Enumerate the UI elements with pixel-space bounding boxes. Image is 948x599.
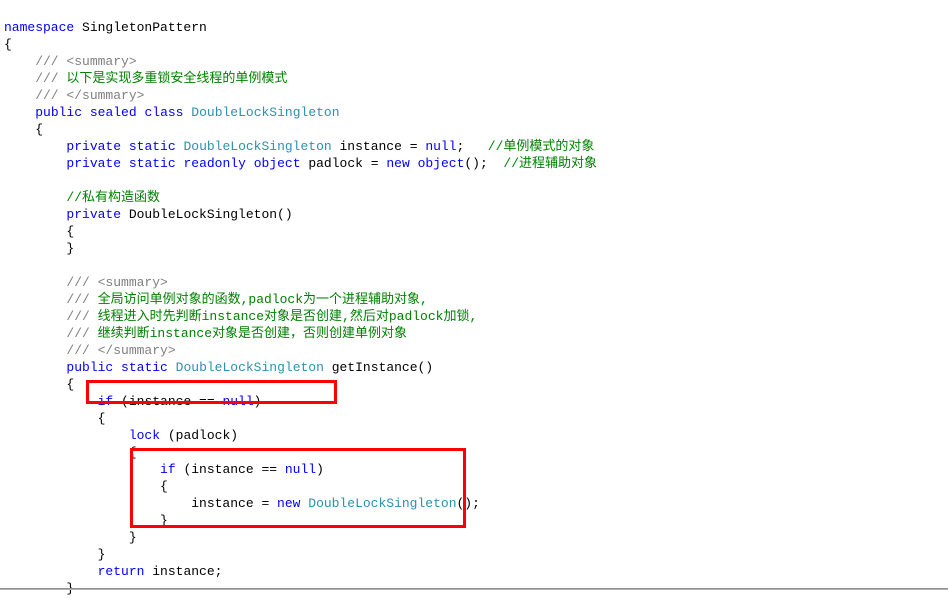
text: ) bbox=[316, 462, 324, 477]
text: (instance == bbox=[113, 394, 222, 409]
comment: //进程辅助对象 bbox=[503, 156, 597, 171]
sp bbox=[82, 105, 90, 120]
doc-comment: /// bbox=[4, 275, 98, 290]
text: getInstance() bbox=[324, 360, 433, 375]
pad bbox=[4, 360, 66, 375]
keyword: sealed bbox=[90, 105, 137, 120]
brace: } bbox=[4, 513, 168, 528]
text: (); bbox=[464, 156, 503, 171]
comment: 以下是实现多重锁安全线程的单例模式 bbox=[59, 71, 288, 86]
keyword: object bbox=[418, 156, 465, 171]
brace: { bbox=[4, 445, 137, 460]
brace: { bbox=[4, 37, 12, 52]
keyword: private bbox=[66, 207, 121, 222]
text: padlock = bbox=[301, 156, 387, 171]
sp bbox=[121, 156, 129, 171]
keyword: static bbox=[129, 156, 176, 171]
brace: { bbox=[4, 224, 74, 239]
brace: { bbox=[4, 122, 43, 137]
keyword: public bbox=[66, 360, 113, 375]
comment: 线程进入时先判断instance对象是否创建,然后对padlock加锁, bbox=[90, 309, 477, 324]
keyword: private bbox=[66, 156, 121, 171]
brace: { bbox=[4, 479, 168, 494]
brace: } bbox=[4, 530, 137, 545]
text: ) bbox=[254, 394, 262, 409]
text: ; bbox=[457, 139, 488, 154]
doc-comment: /// bbox=[4, 54, 66, 69]
keyword: object bbox=[254, 156, 301, 171]
keyword: null bbox=[222, 394, 253, 409]
brace: { bbox=[4, 411, 105, 426]
doc-tag: <summary> bbox=[66, 54, 136, 69]
sp bbox=[410, 156, 418, 171]
text: instance = bbox=[332, 139, 426, 154]
code-block: namespace SingletonPattern { /// <summar… bbox=[0, 0, 948, 599]
doc-comment: /// bbox=[4, 326, 90, 341]
class-name: DoubleLockSingleton bbox=[176, 360, 324, 375]
comment: //私有构造函数 bbox=[66, 190, 160, 205]
keyword: static bbox=[129, 139, 176, 154]
keyword: return bbox=[98, 564, 145, 579]
pad bbox=[4, 564, 98, 579]
keyword: private bbox=[66, 139, 121, 154]
comment: //单例模式的对象 bbox=[488, 139, 595, 154]
text: (); bbox=[457, 496, 480, 511]
doc-tag: <summary> bbox=[98, 275, 168, 290]
keyword: null bbox=[285, 462, 316, 477]
keyword: readonly bbox=[183, 156, 245, 171]
text: SingletonPattern bbox=[74, 20, 207, 35]
text: DoubleLockSingleton() bbox=[121, 207, 293, 222]
keyword: class bbox=[144, 105, 183, 120]
pad bbox=[4, 156, 66, 171]
keyword: public bbox=[35, 105, 82, 120]
sp bbox=[246, 156, 254, 171]
brace: } bbox=[4, 547, 105, 562]
pad bbox=[4, 428, 129, 443]
class-name: DoubleLockSingleton bbox=[308, 496, 456, 511]
pad bbox=[4, 139, 66, 154]
keyword: new bbox=[277, 496, 300, 511]
doc-comment: /// bbox=[4, 343, 98, 358]
sp bbox=[121, 139, 129, 154]
brace: { bbox=[4, 377, 74, 392]
keyword: if bbox=[98, 394, 114, 409]
keyword: null bbox=[425, 139, 456, 154]
keyword: new bbox=[386, 156, 409, 171]
doc-comment: /// bbox=[4, 88, 66, 103]
brace: } bbox=[4, 241, 74, 256]
text: instance; bbox=[144, 564, 222, 579]
sp bbox=[168, 360, 176, 375]
pad bbox=[4, 462, 160, 477]
keyword: namespace bbox=[4, 20, 74, 35]
doc-comment: /// bbox=[4, 309, 90, 324]
pad bbox=[4, 190, 66, 205]
text: (padlock) bbox=[160, 428, 238, 443]
sp bbox=[113, 360, 121, 375]
keyword: if bbox=[160, 462, 176, 477]
doc-comment: /// bbox=[4, 292, 90, 307]
comment: 继续判断instance对象是否创建，否则创建单例对象 bbox=[90, 326, 407, 341]
doc-tag: </summary> bbox=[98, 343, 176, 358]
keyword: lock bbox=[129, 428, 160, 443]
doc-comment: /// bbox=[4, 71, 59, 86]
comment: 全局访问单例对象的函数,padlock为一个进程辅助对象, bbox=[90, 292, 428, 307]
class-name: DoubleLockSingleton bbox=[183, 139, 331, 154]
text: (instance == bbox=[176, 462, 285, 477]
text: instance = bbox=[4, 496, 277, 511]
doc-tag: </summary> bbox=[66, 88, 144, 103]
pad bbox=[4, 394, 98, 409]
class-name: DoubleLockSingleton bbox=[191, 105, 339, 120]
keyword: static bbox=[121, 360, 168, 375]
pad bbox=[4, 207, 66, 222]
pad bbox=[4, 105, 35, 120]
